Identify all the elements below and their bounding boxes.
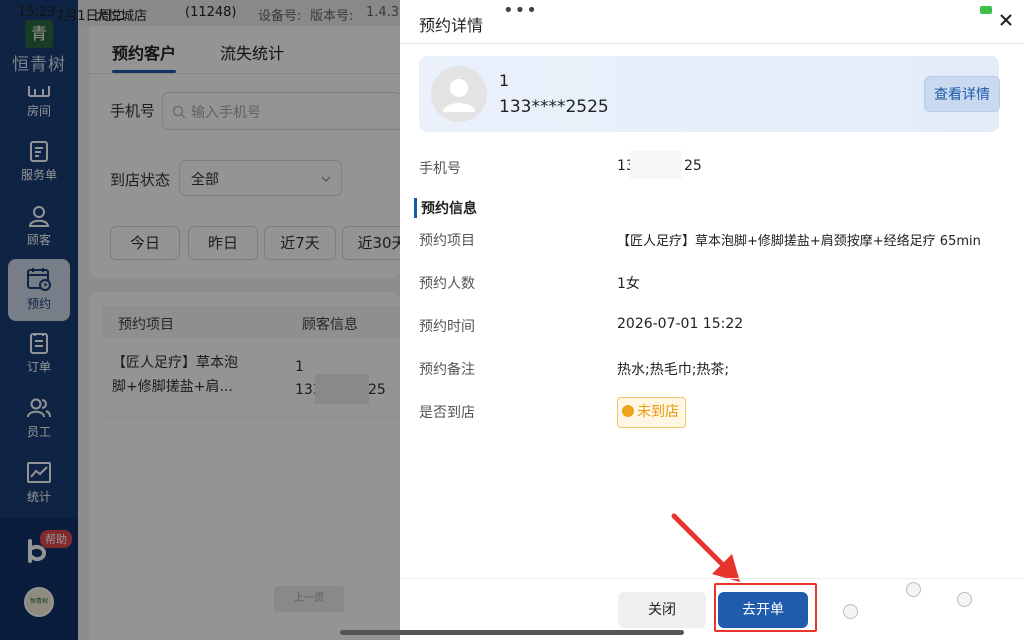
note-label: 预约备注 bbox=[419, 362, 475, 378]
customer-phone: 133****2525 bbox=[499, 97, 609, 117]
home-indicator[interactable] bbox=[340, 630, 684, 635]
status-badge-text: 未到店 bbox=[637, 404, 679, 420]
close-icon[interactable] bbox=[997, 11, 1015, 29]
floating-dot-icon[interactable] bbox=[957, 592, 972, 607]
floating-dot-icon[interactable] bbox=[843, 604, 858, 619]
avatar bbox=[431, 66, 487, 122]
count-label: 预约人数 bbox=[419, 276, 475, 292]
phone-mask bbox=[630, 151, 682, 179]
phone-label: 手机号 bbox=[419, 161, 461, 177]
appointment-detail-panel: 预约详情 ••• 1 133****2525 查看详情 手机号 13 25 预约… bbox=[400, 0, 1024, 640]
panel-header: 预约详情 ••• bbox=[400, 0, 1024, 44]
panel-title: 预约详情 bbox=[419, 16, 484, 35]
item-label: 预约项目 bbox=[419, 233, 475, 249]
phone-value-end: 25 bbox=[684, 158, 702, 174]
time-value: 2026-07-01 15:22 bbox=[617, 316, 744, 332]
item-value: 【匠人足疗】草本泡脚+修脚搓盐+肩颈按摩+经络足疗 65min bbox=[617, 234, 981, 249]
customer-name: 1 bbox=[499, 71, 510, 90]
time-label: 预约时间 bbox=[419, 319, 475, 335]
close-button[interactable]: 关闭 bbox=[618, 592, 706, 628]
customer-card: 1 133****2525 查看详情 bbox=[419, 56, 1000, 132]
floating-dot-icon[interactable] bbox=[906, 582, 921, 597]
count-value: 1女 bbox=[617, 276, 640, 292]
section-title: 预约信息 bbox=[414, 198, 477, 218]
note-value: 热水;热毛巾;热茶; bbox=[617, 362, 730, 378]
status-badge: 未到店 bbox=[617, 397, 686, 428]
user-icon bbox=[443, 79, 475, 112]
modal-backdrop[interactable] bbox=[0, 0, 400, 640]
warning-dot-icon bbox=[622, 405, 634, 417]
battery-icon bbox=[980, 6, 992, 14]
more-icon[interactable]: ••• bbox=[503, 0, 538, 21]
open-order-button[interactable]: 去开单 bbox=[718, 592, 808, 628]
view-details-button[interactable]: 查看详情 bbox=[924, 76, 1000, 112]
arrival-label: 是否到店 bbox=[419, 405, 475, 421]
